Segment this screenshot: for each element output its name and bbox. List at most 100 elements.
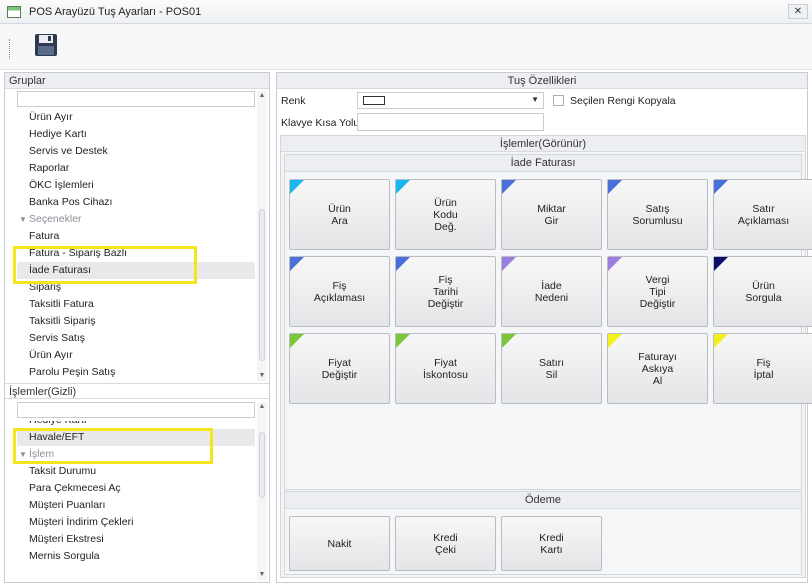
- list-item-label: Parolu Peşin Satış: [29, 366, 116, 378]
- list-item[interactable]: Hediye Kartı: [17, 421, 255, 429]
- list-item[interactable]: Hediye Kartı: [17, 126, 255, 143]
- key-label: Ürün Sorgula: [745, 279, 782, 304]
- list-item[interactable]: Ürün Ayır: [17, 347, 255, 364]
- shortcut-input[interactable]: [357, 113, 544, 131]
- key-label: Fiş Tarihi Değiştir: [427, 273, 464, 310]
- key-label: Satış Sorumlusu: [632, 202, 683, 227]
- key-button-kredi-çeki[interactable]: Kredi Çeki: [395, 516, 496, 571]
- key-button-kredi-kartı[interactable]: Kredi Kartı: [501, 516, 602, 571]
- list-item[interactable]: Müşteri Ekstresi: [17, 531, 255, 548]
- key-button-satış-sorumlusu[interactable]: Satış Sorumlusu: [607, 179, 708, 250]
- key-label: Fiyat İskontosu: [423, 356, 468, 381]
- list-item[interactable]: Parolu Peşin Satış: [17, 364, 255, 381]
- key-button-fiş-açıklaması[interactable]: Fiş Açıklaması: [289, 256, 390, 327]
- key-button-miktar-gir[interactable]: Miktar Gir: [501, 179, 602, 250]
- list-item[interactable]: Mernis Sorgula: [17, 548, 255, 565]
- key-button-vergi-tipi-değiştir[interactable]: Vergi Tipi Değiştir: [607, 256, 708, 327]
- key-label: Miktar Gir: [537, 202, 566, 227]
- list-item[interactable]: Müşteri Puanları: [17, 497, 255, 514]
- key-label: Ürün Ara: [328, 202, 351, 227]
- list-item-label: Fatura - Sipariş Bazlı: [29, 247, 128, 259]
- key-label: Kredi Kartı: [539, 531, 564, 556]
- key-button-fiyat-değiştir[interactable]: Fiyat Değiştir: [289, 333, 390, 404]
- list-item[interactable]: Taksitli Fatura: [17, 296, 255, 313]
- chevron-down-icon[interactable]: ▼: [531, 95, 539, 104]
- scroll-down-icon[interactable]: ▼: [257, 371, 267, 381]
- key-button-nakit[interactable]: Nakit: [289, 516, 390, 571]
- list-item-label: Servis ve Destek: [29, 145, 108, 157]
- list-item[interactable]: Fatura - Sipariş Bazlı: [17, 245, 255, 262]
- list-item-label: İşlem: [29, 448, 55, 460]
- list-item[interactable]: Ürün Ayır: [17, 109, 255, 126]
- color-marker-icon: [608, 257, 622, 271]
- list-item-label: Para Çekmecesi Aç: [29, 482, 121, 494]
- list-item[interactable]: Taksitli Sipariş: [17, 313, 255, 330]
- list-item-label: Müşteri İndirim Çekleri: [29, 516, 134, 528]
- groups-scroll-thumb[interactable]: [259, 209, 265, 361]
- scroll-up-icon[interactable]: ▲: [257, 402, 267, 412]
- list-category[interactable]: ▼ Seçenekler: [17, 211, 255, 228]
- list-item[interactable]: Banka Pos Cihazı: [17, 194, 255, 211]
- list-item[interactable]: Müşteri İndirim Çekleri: [17, 514, 255, 531]
- copy-color-checkbox[interactable]: [553, 95, 564, 106]
- hidden-ops-list[interactable]: Hediye KartıHavale/EFT▼İşlemTaksit Durum…: [17, 421, 255, 581]
- list-item-label: Ürün Ayır: [29, 111, 73, 123]
- list-item-label: Raporlar: [29, 162, 70, 174]
- list-category[interactable]: ▼ İşlem: [17, 446, 255, 463]
- key-label: Satırı Sil: [538, 356, 565, 381]
- list-item[interactable]: Fatura: [17, 228, 255, 245]
- color-marker-icon: [290, 257, 304, 271]
- payment-title: Ödeme: [285, 492, 801, 509]
- collapse-arrow-icon[interactable]: ▼: [17, 446, 29, 463]
- toolbar-grip[interactable]: [9, 39, 11, 59]
- scroll-up-icon[interactable]: ▲: [257, 91, 267, 101]
- key-button-satırı-sil[interactable]: Satırı Sil: [501, 333, 602, 404]
- key-label: Fiyat Değiştir: [321, 356, 358, 381]
- list-item[interactable]: Para Çekmecesi Aç: [17, 480, 255, 497]
- key-button-ürün-sorgula[interactable]: Ürün Sorgula: [713, 256, 812, 327]
- color-marker-icon: [608, 180, 622, 194]
- key-button-fiş-i-ptal[interactable]: Fiş İptal: [713, 333, 812, 404]
- key-button-faturayı-askıya-al[interactable]: Faturayı Askıya Al: [607, 333, 708, 404]
- hidden-ops-scrollbar[interactable]: ▲ ▼: [257, 402, 267, 580]
- list-item[interactable]: Servis Satış: [17, 330, 255, 347]
- list-item[interactable]: ÖKC İşlemleri: [17, 177, 255, 194]
- key-button-i-ade-nedeni[interactable]: İade Nedeni: [501, 256, 602, 327]
- list-item[interactable]: Havale/EFT: [17, 429, 255, 446]
- hidden-ops-filter-input[interactable]: [17, 402, 255, 418]
- title-bar: POS Arayüzü Tuş Ayarları - POS01 ✕: [0, 0, 812, 24]
- collapse-arrow-icon[interactable]: ▼: [17, 211, 29, 228]
- key-label: Faturayı Askıya Al: [638, 350, 677, 387]
- scroll-down-icon[interactable]: ▼: [257, 570, 267, 580]
- hidden-ops-header: İşlemler(Gizli): [5, 383, 269, 399]
- key-properties-panel: Tuş Özellikleri Renk ▼ Seçilen Rengi Kop…: [276, 72, 812, 583]
- close-button[interactable]: ✕: [788, 4, 808, 19]
- key-button-fiyat-i-skontosu[interactable]: Fiyat İskontosu: [395, 333, 496, 404]
- color-select[interactable]: ▼: [357, 92, 544, 109]
- list-item[interactable]: Servis ve Destek: [17, 143, 255, 160]
- list-item[interactable]: Raporlar: [17, 160, 255, 177]
- key-button-ürün-ara[interactable]: Ürün Ara: [289, 179, 390, 250]
- left-panel: Gruplar Ürün Ayır Hediye Kartı Servis ve D…: [4, 72, 270, 583]
- list-item[interactable]: İade Faturası: [17, 262, 255, 279]
- key-label: Satır Açıklaması: [737, 202, 790, 227]
- groups-scrollbar[interactable]: ▲ ▼: [257, 91, 267, 381]
- key-label: Fiş İptal: [753, 356, 774, 381]
- list-item-label: Mernis Sorgula: [29, 550, 100, 562]
- groups-filter-input[interactable]: [17, 91, 255, 107]
- save-button[interactable]: [34, 33, 58, 57]
- return-invoice-title: İade Faturası: [285, 155, 801, 172]
- groups-list[interactable]: Ürün Ayır Hediye Kartı Servis ve Destek Rap…: [17, 109, 255, 381]
- key-button-fiş-tarihi-değiştir[interactable]: Fiş Tarihi Değiştir: [395, 256, 496, 327]
- window-title: POS Arayüzü Tuş Ayarları - POS01: [29, 5, 202, 18]
- key-label: Nakit: [327, 537, 352, 550]
- color-marker-icon: [396, 257, 410, 271]
- key-button-satır-açıklaması[interactable]: Satır Açıklaması: [713, 179, 812, 250]
- color-marker-icon: [502, 257, 516, 271]
- hidden-ops-scroll-thumb[interactable]: [259, 432, 265, 498]
- list-item[interactable]: Sipariş: [17, 279, 255, 296]
- key-button-ürün-kodu-değ[interactable]: Ürün Kodu Değ.: [395, 179, 496, 250]
- list-item-label: Fatura: [29, 230, 60, 242]
- list-item-label: Havale/EFT: [29, 431, 85, 443]
- list-item[interactable]: Taksit Durumu: [17, 463, 255, 480]
